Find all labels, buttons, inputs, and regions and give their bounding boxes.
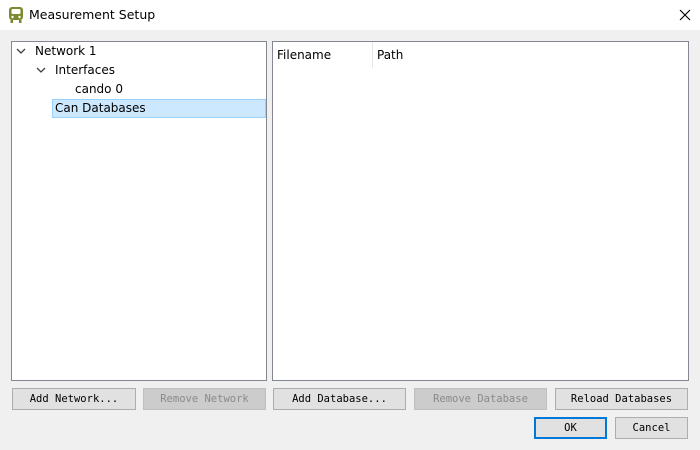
close-icon xyxy=(679,9,691,21)
bus-icon xyxy=(9,7,23,23)
window-title: Measurement Setup xyxy=(29,7,156,22)
ok-button[interactable]: OK xyxy=(534,417,607,439)
close-button[interactable] xyxy=(672,1,698,29)
chevron-down-icon[interactable] xyxy=(15,45,27,57)
tree-node-can-databases[interactable]: Can Databases xyxy=(52,99,266,118)
chevron-down-icon[interactable] xyxy=(35,64,47,76)
tree-node-label: Can Databases xyxy=(55,101,146,115)
cancel-button[interactable]: Cancel xyxy=(615,417,688,439)
tree-node-label: Interfaces xyxy=(55,63,115,77)
tree-node-interfaces[interactable]: Interfaces xyxy=(12,61,266,80)
remove-network-button[interactable]: Remove Network xyxy=(143,388,266,410)
column-header-path[interactable]: Path xyxy=(373,42,673,68)
network-tree[interactable]: Network 1 Interfaces cando 0 Can Databas… xyxy=(11,41,267,381)
remove-database-button[interactable]: Remove Database xyxy=(414,388,547,410)
reload-databases-button[interactable]: Reload Databases xyxy=(555,388,688,410)
add-network-button[interactable]: Add Network... xyxy=(12,388,136,410)
column-header-filename[interactable]: Filename xyxy=(273,42,373,68)
tree-node-network[interactable]: Network 1 xyxy=(12,42,266,61)
tree-node-label: cando 0 xyxy=(75,82,123,96)
database-table[interactable]: Filename Path xyxy=(272,41,689,381)
add-database-button[interactable]: Add Database... xyxy=(273,388,406,410)
title-bar: Measurement Setup xyxy=(0,0,700,30)
tree-node-label: Network 1 xyxy=(35,44,97,58)
tree-node-cando[interactable]: cando 0 xyxy=(12,80,266,99)
